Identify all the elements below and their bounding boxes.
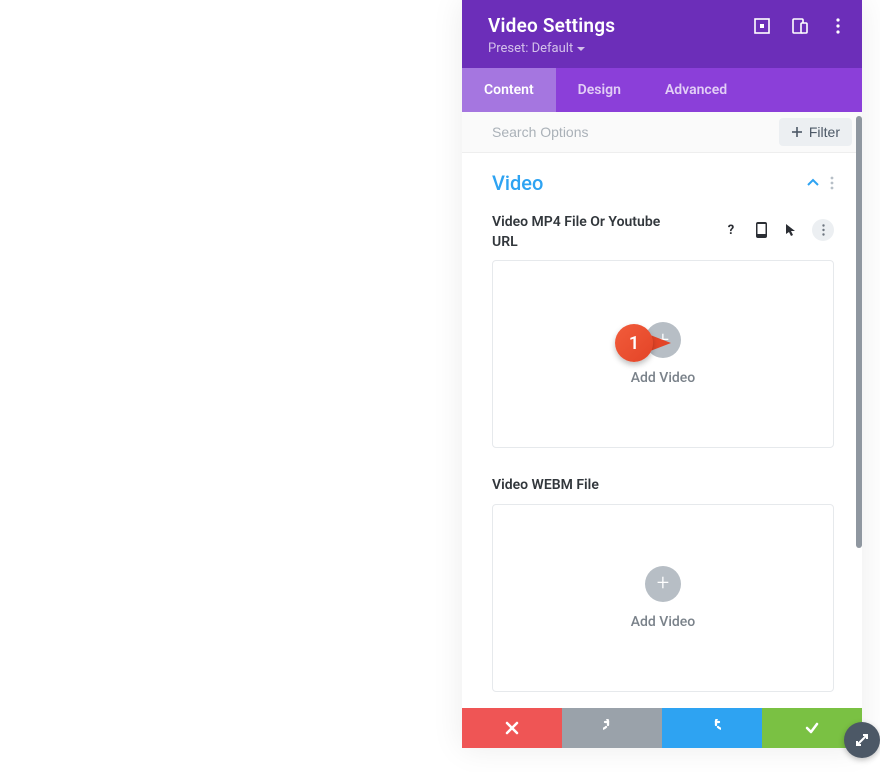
discard-button[interactable] (462, 708, 562, 748)
preset-label: Preset: Default (488, 41, 573, 56)
close-icon (504, 720, 520, 736)
search-input[interactable] (462, 112, 779, 152)
collapse-icon[interactable] (806, 176, 820, 190)
tab-design[interactable]: Design (556, 68, 643, 112)
hover-preview-icon[interactable] (782, 221, 800, 239)
field-label-mp4: Video MP4 File Or Youtube URL (492, 213, 682, 252)
scrollbar-thumb[interactable] (856, 116, 862, 548)
action-bar (462, 708, 862, 748)
section-video: Video Video MP4 File Or Yo (462, 153, 862, 708)
preset-dropdown[interactable]: Preset: Default (488, 41, 585, 56)
header-actions (752, 16, 848, 36)
field-more-icon[interactable] (812, 219, 834, 241)
responsive-view-icon[interactable] (790, 16, 810, 36)
more-options-icon[interactable] (828, 16, 848, 36)
help-icon[interactable]: ? (722, 221, 740, 239)
settings-panel: Video Settings Preset: Default (462, 0, 862, 748)
add-video-label: Add Video (631, 370, 695, 386)
search-row: Filter (462, 112, 862, 153)
plus-icon (791, 126, 803, 138)
focus-mode-icon[interactable] (752, 16, 772, 36)
filter-label: Filter (809, 124, 840, 140)
filter-button[interactable]: Filter (779, 118, 852, 146)
section-header-actions (806, 176, 834, 190)
expand-panel-button[interactable] (844, 722, 880, 758)
undo-button[interactable] (562, 708, 662, 748)
panel-header: Video Settings Preset: Default (462, 0, 862, 68)
tab-advanced[interactable]: Advanced (643, 68, 749, 112)
field-row-mp4: Video MP4 File Or Youtube URL ? (492, 213, 834, 252)
expand-icon (854, 732, 870, 748)
tab-content[interactable]: Content (462, 68, 556, 112)
redo-button[interactable] (662, 708, 762, 748)
undo-icon (603, 719, 621, 737)
add-video-webm-dropzone[interactable]: + Add Video (492, 504, 834, 692)
add-video-mp4-dropzone[interactable]: + Add Video 1 (492, 260, 834, 448)
caret-down-icon (577, 47, 585, 51)
section-header: Video (492, 171, 834, 195)
field-label-webm: Video WEBM File (492, 476, 682, 496)
add-icon: + (645, 322, 681, 358)
check-icon (804, 720, 820, 736)
tab-bar: Content Design Advanced (462, 68, 862, 112)
add-video-label: Add Video (631, 614, 695, 630)
section-more-icon[interactable] (830, 176, 834, 190)
panel-body[interactable]: Video Video MP4 File Or Yo (462, 153, 862, 708)
field-helper-icons: ? (722, 213, 834, 241)
section-title: Video (492, 171, 543, 195)
mobile-preview-icon[interactable] (752, 221, 770, 239)
add-icon: + (645, 566, 681, 602)
redo-icon (703, 719, 721, 737)
